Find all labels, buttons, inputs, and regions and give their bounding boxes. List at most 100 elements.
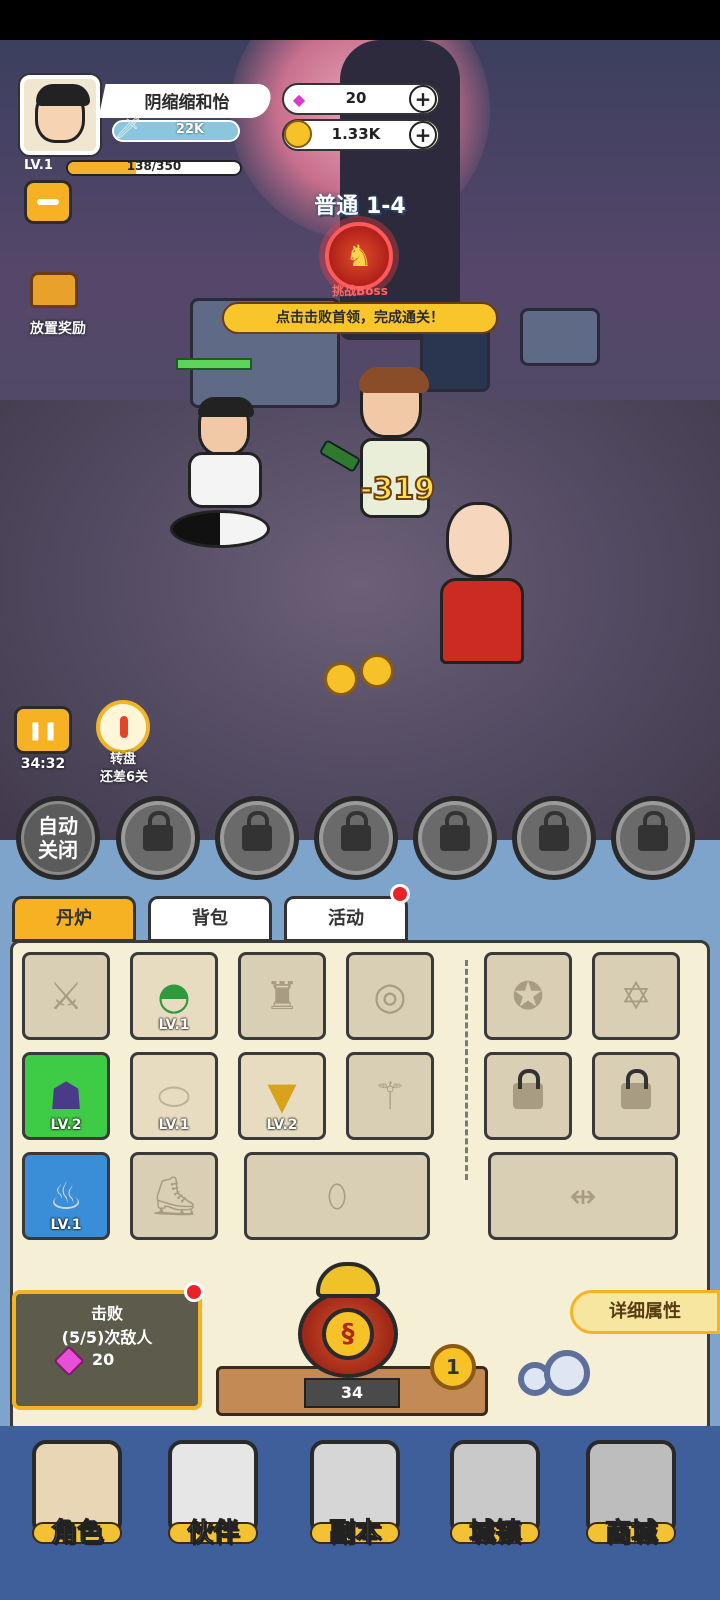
hero-body	[188, 452, 262, 508]
gem-value: 20	[345, 89, 367, 107]
alchemy-furnace[interactable]: §	[278, 1262, 418, 1382]
tab-furnace[interactable]: 丹炉	[12, 896, 136, 942]
nav-shop[interactable]: 商城	[566, 1436, 696, 1566]
bucket-icon: ♨	[48, 1174, 84, 1218]
slot-locked[interactable]	[592, 1052, 680, 1140]
nav-character[interactable]: 角色	[12, 1436, 142, 1566]
nav-town[interactable]: 城镇	[430, 1436, 560, 1566]
timer: 34:32	[20, 756, 66, 772]
hero-character	[170, 397, 280, 560]
add-gems-button[interactable]: +	[409, 85, 437, 113]
yinyang-icon	[170, 510, 270, 548]
skill-slot-locked[interactable]	[413, 796, 497, 880]
sword-icon: 🗡	[114, 116, 142, 141]
wheel-subtitle: 还差6关	[99, 770, 149, 785]
slot-helmet[interactable]: ◓ LV.1	[130, 952, 218, 1040]
gem-icon: ◆	[292, 89, 306, 109]
player-avatar[interactable]	[20, 75, 100, 155]
plate-icon: ⬭	[157, 1073, 191, 1118]
tab-backpack[interactable]: 背包	[148, 896, 272, 942]
quest-title: 击败	[90, 1304, 123, 1323]
challenge-boss-button[interactable]: ♞	[325, 222, 393, 290]
detail-attributes-button[interactable]: 详细属性	[570, 1290, 720, 1334]
nav-dungeon[interactable]: 副本	[290, 1436, 420, 1566]
coin-drop-icon[interactable]	[360, 654, 394, 688]
auto-toggle-button[interactable]: 自动 关闭	[16, 796, 100, 880]
slot-boots[interactable]: ⛸	[130, 1152, 218, 1240]
skill-slot-locked[interactable]	[116, 796, 200, 880]
demon-icon: ♞	[345, 238, 373, 274]
flying-sword-icon: ⇹	[569, 1177, 597, 1215]
nav-label: 伙伴	[186, 1518, 239, 1549]
notification-dot	[390, 884, 410, 904]
flame-icon: §	[322, 1308, 374, 1360]
furnace-level: 34	[304, 1378, 400, 1408]
player-name: 阴缩缩和怡	[144, 93, 230, 113]
slot-level: LV.1	[50, 1217, 82, 1233]
lock-icon	[539, 811, 569, 851]
slot-staff[interactable]: ⚚	[346, 1052, 434, 1140]
sword-icon: ⚔	[48, 974, 84, 1018]
xp-text: 138/350	[126, 159, 182, 173]
staff-icon: ⚚	[372, 1074, 408, 1118]
robe-icon: ♜	[264, 974, 300, 1018]
treasure-chest-icon[interactable]	[30, 272, 78, 308]
settings-gear-icon[interactable]	[516, 1350, 592, 1400]
damage-number: -319	[359, 471, 436, 508]
furnace-badge[interactable]: 1	[430, 1344, 476, 1390]
slot-armor[interactable]: ♜	[238, 952, 326, 1040]
slot-hexagram[interactable]: ✡	[592, 952, 680, 1040]
nav-label: 城镇	[468, 1518, 521, 1549]
slot-plate[interactable]: ⬭ LV.1	[130, 1052, 218, 1140]
slot-necklace[interactable]: ▼ LV.2	[238, 1052, 326, 1140]
skill-slot-locked[interactable]	[512, 796, 596, 880]
slot-locked[interactable]	[484, 1052, 572, 1140]
lock-icon	[513, 1069, 543, 1109]
nav-label: 角色	[50, 1518, 103, 1549]
slot-ring[interactable]: ◎	[346, 952, 434, 1040]
stage-hint: 点击击败首领，完成通关！	[222, 302, 498, 334]
coin-icon	[284, 120, 312, 148]
hero-hp-bar	[176, 358, 252, 370]
hexagram-icon: ✡	[620, 974, 652, 1018]
slot-bucket[interactable]: ♨ LV.1	[22, 1152, 110, 1240]
slot-flying-sword[interactable]: ⇹	[488, 1152, 678, 1240]
tab-activity[interactable]: 活动	[284, 896, 408, 942]
auto-line2: 关闭	[38, 838, 78, 862]
status-bar	[0, 0, 720, 40]
ring-icon: ◎	[373, 974, 407, 1018]
rock	[520, 308, 600, 366]
nav-label: 商城	[604, 1518, 657, 1549]
slot-emblem[interactable]: ✪	[484, 952, 572, 1040]
lock-icon	[242, 811, 272, 851]
enemy-monk	[430, 502, 540, 672]
enemy-head	[359, 367, 429, 438]
wheel-icon[interactable]	[96, 700, 150, 754]
skill-slot-locked[interactable]	[611, 796, 695, 880]
furnace-lid	[316, 1262, 380, 1298]
skill-slot-locked[interactable]	[314, 796, 398, 880]
add-coins-button[interactable]: +	[409, 121, 437, 149]
nav-partner[interactable]: 伙伴	[148, 1436, 278, 1566]
skill-slot-locked[interactable]	[215, 796, 299, 880]
idle-reward-label: 放置奖励	[30, 321, 86, 337]
player-level: LV.1	[24, 158, 53, 173]
slot-level: LV.1	[158, 1117, 190, 1133]
power-value: 22K	[175, 122, 205, 137]
avatar-face	[35, 84, 90, 143]
slot-pet[interactable]: ☗ LV.2	[22, 1052, 110, 1140]
auto-line1: 自动	[38, 814, 78, 838]
divider	[465, 960, 468, 1180]
stage-title: 普通 1-4	[314, 194, 406, 219]
coin-drop-icon[interactable]	[324, 662, 358, 696]
slot-weapon[interactable]: ⚔	[22, 952, 110, 1040]
necklace-icon: ▼	[267, 1074, 297, 1118]
pause-button[interactable]: ❚❚	[14, 706, 72, 754]
emblem-icon: ✪	[512, 974, 544, 1018]
pet-icon: ☗	[48, 1074, 84, 1118]
slot-level: LV.1	[158, 1017, 190, 1033]
lock-icon	[143, 811, 173, 851]
slot-array[interactable]: ⬯	[244, 1152, 430, 1240]
nav-label: 副本	[328, 1518, 381, 1549]
menu-button[interactable]	[24, 180, 72, 224]
